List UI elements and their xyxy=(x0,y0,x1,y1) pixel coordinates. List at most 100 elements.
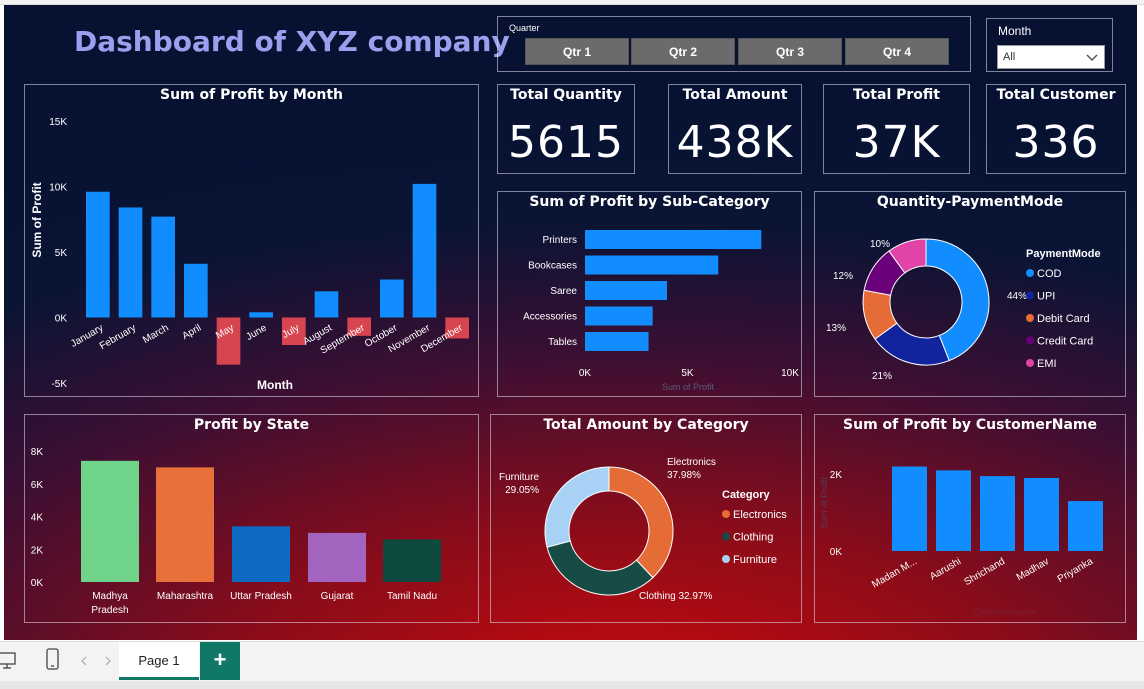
chevron-left-icon[interactable] xyxy=(80,656,88,666)
page-tab-bar: Page 1 + xyxy=(0,641,1144,681)
x-tick-label: Madhav xyxy=(1015,556,1051,583)
y-tick-label: 15K xyxy=(49,117,67,128)
chevron-down-icon xyxy=(1086,54,1098,62)
quarter-button-1[interactable]: Qtr 1 xyxy=(525,38,629,65)
month-bar xyxy=(314,291,339,318)
data-label: 29.05% xyxy=(505,485,539,496)
subcategory-bar xyxy=(585,332,649,351)
month-dropdown[interactable]: All xyxy=(997,45,1105,69)
legend-label: Electronics xyxy=(733,509,787,521)
legend-label: COD xyxy=(1037,268,1062,280)
chart-profit-by-customer[interactable]: Sum of Profit by CustomerName 2K 0K Madan … xyxy=(814,414,1126,623)
legend-label: Furniture xyxy=(733,554,777,566)
month-slicer-label: Month xyxy=(998,24,1032,38)
subcategory-bar xyxy=(585,255,719,275)
subcategory-bar xyxy=(585,230,762,249)
customer-bar xyxy=(936,470,971,551)
month-bar xyxy=(86,191,110,318)
state-bar xyxy=(308,532,366,582)
desktop-view-icon[interactable] xyxy=(0,651,18,671)
legend-title: Category xyxy=(722,489,771,501)
card-value: 5615 xyxy=(508,117,624,168)
card-title: Total Quantity xyxy=(510,87,622,103)
card-total-customer: Total Customer 336 xyxy=(986,84,1126,174)
month-bar xyxy=(118,207,143,318)
y-tick-label: 0K xyxy=(55,314,68,325)
x-tick-label: Uttar Pradesh xyxy=(230,591,292,602)
month-dropdown-value: All xyxy=(1003,51,1016,63)
chart-quantity-paymentmode[interactable]: Quantity-PaymentMode 44% 21% 13% 12% 10% Paym… xyxy=(814,191,1126,397)
x-axis-title: CustomerName xyxy=(973,607,1036,617)
y-tick-label: 0K xyxy=(830,547,843,558)
quarter-button-4[interactable]: Qtr 4 xyxy=(845,38,949,65)
legend-label: Debit Card xyxy=(1037,313,1090,325)
chart-profit-by-state[interactable]: Profit by State 8K 6K 4K 2K 0K Madhya Pradesh M… xyxy=(24,414,479,623)
donut-slice xyxy=(546,540,654,596)
y-tick-label: Saree xyxy=(550,286,577,297)
x-tick-label: Maharashtra xyxy=(157,591,214,602)
x-tick-label: Pradesh xyxy=(91,605,128,616)
donut-slice xyxy=(544,466,610,548)
y-tick-label: Printers xyxy=(543,235,577,246)
data-label: 12% xyxy=(833,271,853,282)
legend-marker xyxy=(1026,359,1034,367)
y-tick-label: 6K xyxy=(31,480,44,491)
legend-marker xyxy=(722,532,730,541)
y-tick-label: 10K xyxy=(49,183,67,194)
card-value: 37K xyxy=(852,117,941,168)
profit-by-customer-svg: 2K 0K Madan M... Aarushi Shrichand Madhav Priy… xyxy=(819,466,1103,617)
quarter-slicer-label: Quarter xyxy=(509,23,540,33)
customer-bar xyxy=(980,476,1015,551)
state-bar xyxy=(232,526,290,582)
legend-marker xyxy=(722,555,730,563)
legend-marker xyxy=(1026,314,1034,322)
y-tick-label: -5K xyxy=(51,379,67,390)
x-tick-label: Madhya xyxy=(92,591,128,602)
quarter-button-3[interactable]: Qtr 3 xyxy=(738,38,842,65)
legend-marker xyxy=(1026,269,1034,277)
y-tick-label: 8K xyxy=(31,447,44,458)
mobile-view-icon[interactable] xyxy=(44,648,62,672)
x-tick-label: Gujarat xyxy=(321,591,354,602)
customer-bar xyxy=(1024,478,1059,551)
customer-bar xyxy=(892,466,927,551)
quarter-button-2[interactable]: Qtr 2 xyxy=(631,38,735,65)
month-bar xyxy=(412,183,437,318)
card-total-quantity: Total Quantity 5615 xyxy=(497,84,635,174)
x-tick-label: February xyxy=(98,323,138,353)
state-bar xyxy=(81,460,139,582)
amount-by-category-svg: Electronics 37.98% Clothing 32.97% Furnitur… xyxy=(499,457,787,602)
card-total-profit: Total Profit 37K xyxy=(823,84,970,174)
data-label: 21% xyxy=(872,371,892,382)
subcategory-bar xyxy=(585,281,667,300)
x-tick-label: Tamil Nadu xyxy=(387,591,437,602)
month-bar xyxy=(249,312,273,318)
card-title: Total Profit xyxy=(853,87,940,103)
x-axis-title: Sum of Profit xyxy=(662,382,715,392)
customer-bar xyxy=(1068,501,1103,551)
x-tick-label: 10K xyxy=(781,368,799,379)
chart-amount-by-category[interactable]: Total Amount by Category Electronics 37.9… xyxy=(490,414,802,623)
month-bar xyxy=(184,263,208,318)
quantity-paymentmode-svg: 44% 21% 13% 12% 10% PaymentMode COD UPI Debit Ca… xyxy=(826,238,1101,382)
data-label: 13% xyxy=(826,323,846,334)
quarter-slicer: Quarter Qtr 1 Qtr 2 Qtr 3 Qtr 4 xyxy=(497,16,971,72)
y-tick-label: 4K xyxy=(31,513,44,524)
x-tick-label: March xyxy=(141,323,171,346)
tab-page-1[interactable]: Page 1 xyxy=(119,642,199,680)
state-bar xyxy=(156,467,214,582)
chevron-right-icon[interactable] xyxy=(104,656,112,666)
x-tick-label: Priyanka xyxy=(1056,556,1096,585)
card-total-amount: Total Amount 438K xyxy=(668,84,802,174)
chart-profit-by-subcategory[interactable]: Sum of Profit by Sub-Category Printers Bo… xyxy=(497,191,802,397)
x-axis-title: Month xyxy=(257,378,293,392)
y-tick-label: 0K xyxy=(31,578,44,589)
y-axis-title: Sum of Profit xyxy=(30,182,44,257)
chart-profit-by-month[interactable]: Sum of Profit by Month 15K 10K 5K 0K -5K Janu… xyxy=(24,84,479,397)
profit-by-state-svg: 8K 6K 4K 2K 0K Madhya Pradesh Maharashtra Uttar … xyxy=(31,447,441,616)
add-page-button[interactable]: + xyxy=(200,642,240,680)
x-tick-label: Shrichand xyxy=(963,556,1007,588)
y-tick-label: Tables xyxy=(548,337,577,348)
month-bar xyxy=(151,216,175,318)
y-tick-label: 2K xyxy=(31,545,44,556)
